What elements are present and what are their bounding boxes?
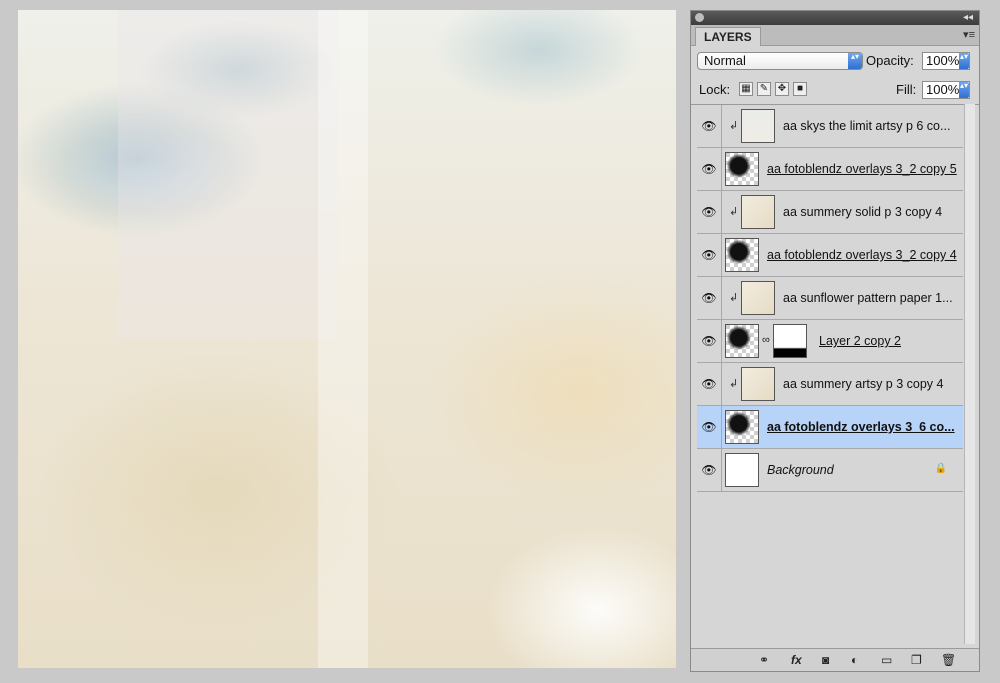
layer-thumbnail[interactable] [741,195,775,229]
delete-layer-icon[interactable]: 🗑 [941,652,956,668]
layer-mask-thumbnail[interactable] [773,324,807,358]
layer-row[interactable]: 👁 ↲ aa skys the limit artsy p 6 co... [697,105,963,148]
layer-name[interactable]: aa fotoblendz overlays 3_2 copy 4 [767,234,957,276]
blend-mode-arrow-icon: ▴▾ [848,53,862,69]
layers-list: 👁 ↲ aa skys the limit artsy p 6 co... 👁 … [697,104,963,492]
opacity-arrow-icon[interactable]: ▴▾ [959,53,969,69]
fill-arrow-icon[interactable]: ▴▾ [959,82,969,98]
visibility-eye-icon[interactable]: 👁 [697,406,722,448]
background-lock-icon: 🔒 [934,463,947,474]
panel-collapse-icon[interactable]: ◂◂ [963,11,973,25]
layer-row-selected[interactable]: 👁 aa fotoblendz overlays 3_6 co... [697,406,963,449]
adjustment-layer-icon[interactable]: ◐ [851,652,858,668]
clipping-arrow-icon: ↲ [729,120,739,132]
fx-icon[interactable]: fx [791,652,802,668]
layers-panel: ◂◂ LAYERS ▾≡ Normal ▴▾ Opacity: 100% ▴▾ … [690,10,980,672]
mask-link-chain-icon[interactable]: ∞ [762,334,770,346]
opacity-field[interactable]: 100% ▴▾ [922,52,970,70]
visibility-eye-icon[interactable]: 👁 [697,277,722,319]
panel-titlebar[interactable]: ◂◂ [691,11,979,25]
blend-mode-select[interactable]: Normal ▴▾ [697,52,863,70]
layer-name[interactable]: aa fotoblendz overlays 3_2 copy 5 [767,148,957,190]
layer-thumbnail[interactable] [725,152,759,186]
visibility-eye-icon[interactable]: 👁 [697,148,722,190]
layer-name[interactable]: aa fotoblendz overlays 3_6 co... [767,406,955,448]
visibility-eye-icon[interactable]: 👁 [697,449,722,491]
layer-row[interactable]: 👁 ↲ aa summery artsy p 3 copy 4 [697,363,963,406]
new-layer-icon[interactable]: ❐ [911,652,922,668]
lock-transparent-pixels-icon[interactable]: ▦ [739,82,753,96]
layer-name[interactable]: aa summery solid p 3 copy 4 [783,191,942,233]
lock-fill-row: Lock: ▦ ✎ ✥ ■ Fill: 100% ▴▾ [691,76,979,105]
visibility-eye-icon[interactable]: 👁 [697,191,722,233]
panel-menu-icon[interactable]: ▾≡ [963,28,975,41]
visibility-eye-icon[interactable]: 👁 [697,234,722,276]
visibility-eye-icon[interactable]: 👁 [697,363,722,405]
canvas-paper-strip [118,10,338,340]
layer-row[interactable]: 👁 Background 🔒 [697,449,963,492]
layer-thumbnail[interactable] [741,367,775,401]
blend-mode-value: Normal [704,53,746,68]
layer-name[interactable]: Layer 2 copy 2 [819,320,901,362]
clipping-arrow-icon: ↲ [729,206,739,218]
canvas-light-strip [318,10,368,668]
visibility-eye-icon[interactable]: 👁 [697,105,722,147]
panel-bottom-toolbar: ⚭ fx ◙ ◐ ▭ ❐ 🗑 [691,648,979,671]
layer-row[interactable]: 👁 ↲ aa sunflower pattern paper 1... [697,277,963,320]
visibility-eye-icon[interactable]: 👁 [697,320,722,362]
layer-row[interactable]: 👁 aa fotoblendz overlays 3_2 copy 4 [697,234,963,277]
lock-all-icon[interactable]: ■ [793,82,807,96]
blend-opacity-row: Normal ▴▾ Opacity: 100% ▴▾ [691,46,979,76]
opacity-label: Opacity: [866,53,914,68]
layer-thumbnail[interactable] [725,410,759,444]
layer-name[interactable]: Background [767,449,834,491]
layers-scrollbar[interactable] [964,104,975,644]
layer-row[interactable]: 👁 aa fotoblendz overlays 3_2 copy 5 [697,148,963,191]
lock-position-icon[interactable]: ✥ [775,82,789,96]
layer-row[interactable]: 👁 ∞ Layer 2 copy 2 [697,320,963,363]
layer-thumbnail[interactable] [725,453,759,487]
layer-thumbnail[interactable] [725,238,759,272]
lock-image-pixels-icon[interactable]: ✎ [757,82,771,96]
fill-value: 100% [926,82,960,97]
layer-name[interactable]: aa sunflower pattern paper 1... [783,277,953,319]
fill-field[interactable]: 100% ▴▾ [922,81,970,99]
layer-name[interactable]: aa summery artsy p 3 copy 4 [783,363,943,405]
document-canvas[interactable] [18,10,676,668]
fill-label: Fill: [896,82,917,97]
link-layers-icon[interactable]: ⚭ [759,652,769,668]
layer-thumbnail[interactable] [725,324,759,358]
add-mask-icon[interactable]: ◙ [822,652,829,668]
layer-thumbnail[interactable] [741,281,775,315]
panel-tab-row: LAYERS ▾≡ [691,25,979,46]
tab-layers[interactable]: LAYERS [695,27,761,46]
clipping-arrow-icon: ↲ [729,292,739,304]
layer-thumbnail[interactable] [741,109,775,143]
panel-close-icon[interactable] [695,13,704,22]
layer-row[interactable]: 👁 ↲ aa summery solid p 3 copy 4 [697,191,963,234]
layer-name[interactable]: aa skys the limit artsy p 6 co... [783,105,950,147]
clipping-arrow-icon: ↲ [729,378,739,390]
new-group-icon[interactable]: ▭ [881,652,892,668]
opacity-value: 100% [926,53,960,68]
lock-label: Lock: [699,82,731,97]
